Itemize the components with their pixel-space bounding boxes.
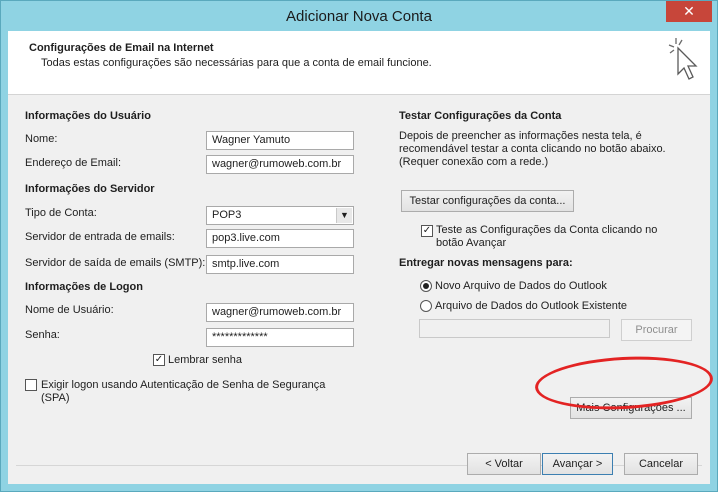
dialog-window: Adicionar Nova Conta ✕ Configurações de … <box>0 0 718 492</box>
test-account-settings-button[interactable]: Testar configurações da conta... <box>401 190 574 212</box>
account-type-label: Tipo de Conta: <box>25 207 97 219</box>
dialog-client-area: Configurações de Email na Internet Todas… <box>8 31 710 484</box>
new-data-file-label: Novo Arquivo de Dados do Outlook <box>435 280 607 292</box>
radio-selected-dot <box>423 283 429 289</box>
next-button[interactable]: Avançar > <box>542 453 613 475</box>
password-label: Senha: <box>25 329 60 341</box>
username-label: Nome de Usuário: <box>25 304 114 316</box>
delivery-heading: Entregar novas mensagens para: <box>399 257 573 269</box>
header-band: Configurações de Email na Internet Todas… <box>8 31 710 95</box>
outgoing-server-label: Servidor de saída de emails (SMTP): <box>25 257 206 269</box>
name-label: Nome: <box>25 133 58 145</box>
test-settings-heading: Testar Configurações da Conta <box>399 110 562 122</box>
new-data-file-radio[interactable] <box>420 280 432 292</box>
spa-label-line1: Exigir logon usando Autenticação de Senh… <box>41 379 326 391</box>
data-file-path-field[interactable] <box>419 319 610 338</box>
existing-data-file-radio[interactable] <box>420 300 432 312</box>
title-bar[interactable]: Adicionar Nova Conta ✕ <box>1 1 717 31</box>
browse-button[interactable]: Procurar <box>621 319 692 341</box>
cancel-button[interactable]: Cancelar <box>624 453 698 475</box>
existing-data-file-label: Arquivo de Dados do Outlook Existente <box>435 300 628 312</box>
remember-password-label: Lembrar senha <box>168 354 242 366</box>
window-title: Adicionar Nova Conta <box>286 8 432 25</box>
auto-test-label-line2: botão Avançar <box>436 237 507 249</box>
user-info-heading: Informações do Usuário <box>25 110 151 122</box>
test-desc-line2: recomendável testar a conta clicando no … <box>399 143 666 155</box>
email-label: Endereço de Email: <box>25 157 121 169</box>
outgoing-server-field[interactable]: smtp.live.com <box>206 255 354 274</box>
server-info-heading: Informações do Servidor <box>25 183 155 195</box>
test-desc-line1: Depois de preencher as informações nesta… <box>399 130 642 142</box>
email-field[interactable]: wagner@rumoweb.com.br <box>206 155 354 174</box>
header-title: Configurações de Email na Internet <box>29 42 214 54</box>
account-type-select[interactable]: POP3 ▼ <box>206 206 354 225</box>
remember-password-checkbox[interactable]: ✓ <box>153 354 165 366</box>
spa-checkbox[interactable] <box>25 379 37 391</box>
close-button[interactable]: ✕ <box>666 1 712 22</box>
auto-test-label-line1: Teste as Configurações da Conta clicando… <box>436 224 658 236</box>
header-subtitle: Todas estas configurações são necessária… <box>41 57 432 69</box>
test-desc-line3: (Requer conexão com a rede.) <box>399 156 549 168</box>
incoming-server-label: Servidor de entrada de emails: <box>25 231 175 243</box>
account-type-value: POP3 <box>212 209 242 221</box>
chevron-down-icon[interactable]: ▼ <box>336 208 352 223</box>
password-field[interactable]: ************* <box>206 328 354 347</box>
username-field[interactable]: wagner@rumoweb.com.br <box>206 303 354 322</box>
incoming-server-field[interactable]: pop3.live.com <box>206 229 354 248</box>
auto-test-checkbox[interactable]: ✓ <box>421 225 433 237</box>
cursor-click-icon <box>668 38 698 80</box>
spa-label-line2: (SPA) <box>41 392 70 404</box>
logon-info-heading: Informações de Logon <box>25 281 143 293</box>
name-field[interactable]: Wagner Yamuto <box>206 131 354 150</box>
back-button[interactable]: < Voltar <box>467 453 541 475</box>
